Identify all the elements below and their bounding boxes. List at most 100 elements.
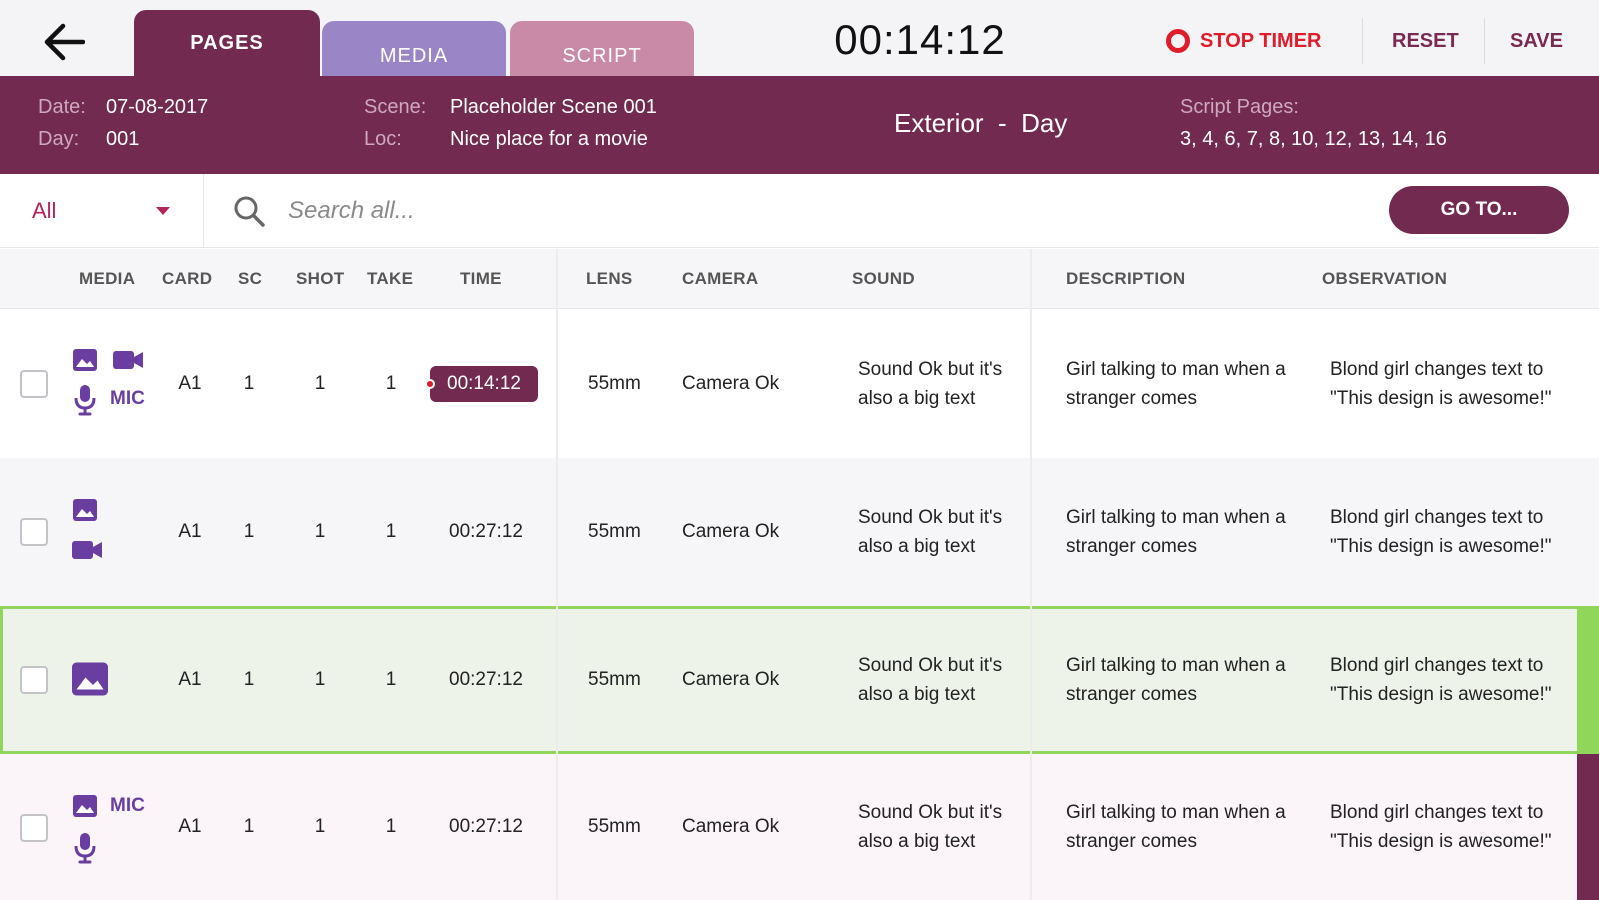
record-stop-icon: [1166, 29, 1190, 53]
observation-cell: Blond girl changes text to "This design …: [1330, 507, 1552, 557]
scene-value: Placeholder Scene 001: [450, 96, 657, 118]
table-row[interactable]: A1 1 1 1 00:27:12 55mm Camera Ok Sound O…: [0, 458, 1599, 606]
mic-label[interactable]: MIC: [110, 388, 145, 410]
column-header-description[interactable]: DESCRIPTION: [1066, 249, 1185, 309]
image-icon[interactable]: [72, 794, 98, 818]
day-label: Day:: [38, 128, 80, 150]
column-header-camera[interactable]: CAMERA: [682, 249, 758, 309]
camera-cell: Camera Ok: [682, 521, 780, 542]
column-divider: [556, 249, 558, 900]
card-cell: A1: [178, 816, 202, 837]
image-icon[interactable]: [72, 348, 98, 372]
video-camera-icon[interactable]: [112, 350, 144, 370]
sc-cell: 1: [243, 816, 255, 837]
row-checkbox[interactable]: [20, 518, 48, 546]
observation-cell: Blond girl changes text to "This design …: [1330, 655, 1552, 705]
stop-timer-button[interactable]: STOP TIMER: [1166, 26, 1322, 56]
column-header-card[interactable]: CARD: [162, 249, 212, 309]
description-cell: Girl talking to man when a stranger come…: [1066, 655, 1286, 705]
description-cell: Girl talking to man when a stranger come…: [1066, 359, 1286, 409]
table-row[interactable]: MIC A1 1 1 1 00:27:12 55mm Camera Ok Sou…: [0, 754, 1599, 900]
image-icon[interactable]: [70, 661, 110, 697]
card-cell: A1: [178, 669, 202, 690]
column-header-lens[interactable]: LENS: [586, 249, 633, 309]
table-row[interactable]: MIC A1 1 1 1 00:14:12 55mm Camera Ok Sou…: [0, 310, 1599, 458]
sound-cell: Sound Ok but it's also a big text: [858, 507, 1003, 557]
scene-info-bar: Date: 07-08-2017 Day: 001 Scene: Placeho…: [0, 76, 1599, 174]
time-badge-recording: 00:14:12: [430, 366, 538, 402]
back-button[interactable]: [38, 20, 88, 64]
column-divider: [1030, 249, 1032, 900]
video-camera-icon[interactable]: [71, 540, 103, 560]
table-header: MEDIA CARD SC SHOT TAKE TIME LENS CAMERA…: [0, 249, 1599, 309]
column-header-sc[interactable]: SC: [238, 249, 262, 309]
stop-timer-label: STOP TIMER: [1200, 29, 1322, 52]
app: PAGES MEDIA SCRIPT 00:14:12 STOP TIMER R…: [0, 0, 1599, 900]
divider: [1484, 18, 1485, 64]
observation-cell: Blond girl changes text to "This design …: [1330, 802, 1552, 852]
search-bar: All GO TO...: [0, 174, 1599, 248]
column-header-observation[interactable]: OBSERVATION: [1322, 249, 1447, 309]
lens-cell: 55mm: [588, 373, 641, 394]
take-cell: 1: [385, 521, 397, 542]
setting-text: Exterior - Day: [894, 108, 1068, 138]
lens-cell: 55mm: [588, 669, 641, 690]
take-cell: 1: [385, 373, 397, 394]
row-checkbox[interactable]: [20, 814, 48, 842]
time-cell: 00:27:12: [449, 816, 523, 837]
row-side-marker[interactable]: [1577, 754, 1599, 900]
camera-cell: Camera Ok: [682, 373, 780, 394]
top-bar: PAGES MEDIA SCRIPT 00:14:12 STOP TIMER R…: [0, 0, 1599, 76]
divider: [1362, 18, 1363, 64]
mic-label[interactable]: MIC: [110, 795, 145, 817]
search-input[interactable]: [288, 190, 1288, 232]
date-label: Date:: [38, 96, 86, 118]
observation-cell: Blond girl changes text to "This design …: [1330, 359, 1552, 409]
row-checkbox[interactable]: [20, 370, 48, 398]
best-take-marker[interactable]: [1577, 606, 1599, 754]
camera-cell: Camera Ok: [682, 669, 780, 690]
recording-dot-icon: [425, 379, 435, 389]
description-cell: Girl talking to man when a stranger come…: [1066, 802, 1286, 852]
column-header-shot[interactable]: SHOT: [296, 249, 344, 309]
filter-value: All: [32, 198, 57, 223]
sound-cell: Sound Ok but it's also a big text: [858, 359, 1003, 409]
tab-pages[interactable]: PAGES: [134, 10, 320, 76]
image-icon[interactable]: [72, 498, 98, 522]
caret-down-icon: [156, 207, 170, 215]
script-pages-value: 3, 4, 6, 7, 8, 10, 12, 13, 14, 16: [1180, 128, 1447, 150]
time-cell: 00:27:12: [449, 521, 523, 542]
sound-cell: Sound Ok but it's also a big text: [858, 802, 1003, 852]
tab-media[interactable]: MEDIA: [322, 21, 506, 76]
location-value: Nice place for a movie: [450, 128, 648, 150]
timer-display: 00:14:12: [834, 16, 1006, 63]
lens-cell: 55mm: [588, 816, 641, 837]
scene-label: Scene:: [364, 96, 427, 118]
day-value: 001: [106, 128, 140, 150]
tab-script[interactable]: SCRIPT: [510, 21, 694, 76]
save-button[interactable]: SAVE: [1510, 26, 1563, 56]
reset-button[interactable]: RESET: [1392, 26, 1459, 56]
shot-cell: 1: [314, 816, 326, 837]
microphone-icon[interactable]: [74, 384, 96, 416]
filter-dropdown[interactable]: All: [0, 174, 204, 248]
sound-cell: Sound Ok but it's also a big text: [858, 655, 1003, 705]
table-row-best[interactable]: A1 1 1 1 00:27:12 55mm Camera Ok Sound O…: [0, 606, 1599, 754]
date-value: 07-08-2017: [106, 96, 209, 118]
sc-cell: 1: [243, 373, 255, 394]
row-checkbox[interactable]: [20, 666, 48, 694]
column-header-media[interactable]: MEDIA: [79, 249, 135, 309]
microphone-icon[interactable]: [74, 832, 96, 864]
card-cell: A1: [178, 373, 202, 394]
column-header-sound[interactable]: SOUND: [852, 249, 915, 309]
script-pages-label: Script Pages:: [1180, 96, 1299, 118]
camera-cell: Camera Ok: [682, 816, 780, 837]
column-header-take[interactable]: TAKE: [367, 249, 413, 309]
sc-cell: 1: [243, 521, 255, 542]
column-header-time[interactable]: TIME: [460, 249, 502, 309]
lens-cell: 55mm: [588, 521, 641, 542]
arrow-left-icon: [44, 23, 85, 61]
location-label: Loc:: [364, 128, 402, 150]
card-cell: A1: [178, 521, 202, 542]
go-to-button[interactable]: GO TO...: [1389, 186, 1569, 234]
